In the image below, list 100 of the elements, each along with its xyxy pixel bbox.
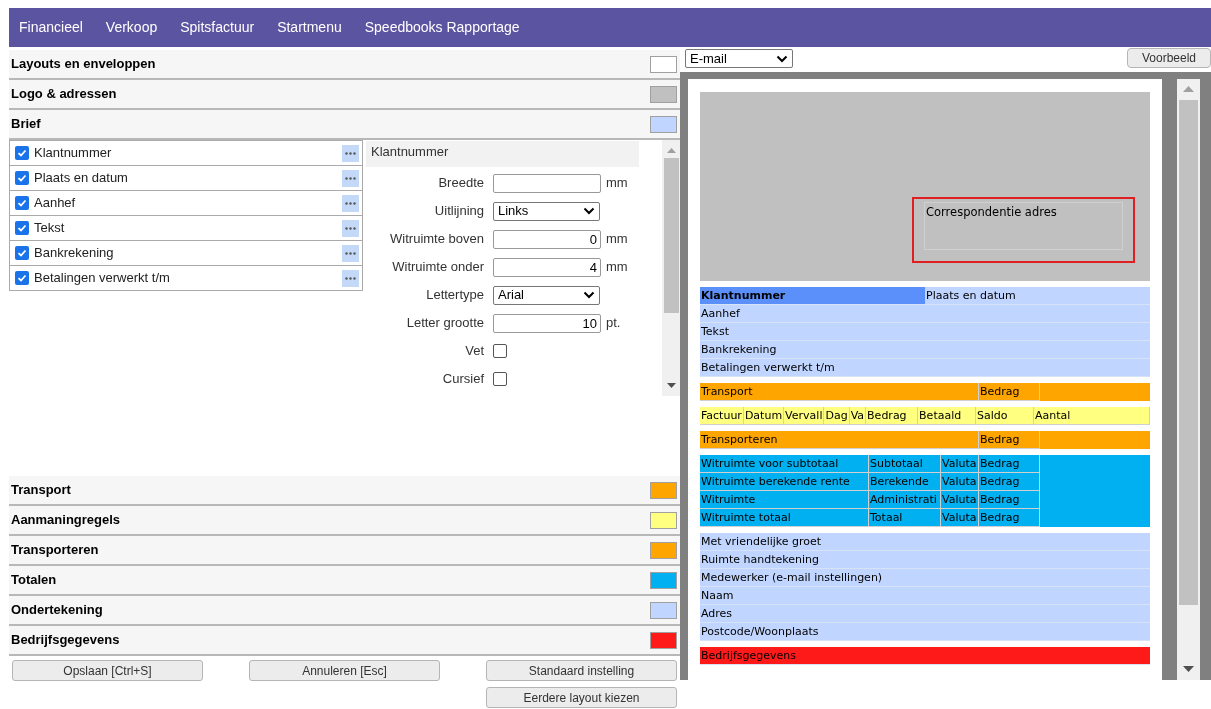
color-swatch[interactable] (650, 541, 677, 559)
preview-field[interactable]: Medewerker (e-mail instellingen) (700, 569, 883, 586)
number-field[interactable]: 10 (493, 313, 601, 333)
checkbox[interactable] (15, 246, 29, 260)
preview-field[interactable]: Factuur (700, 407, 744, 425)
action-button[interactable]: Standaard instelling (486, 660, 677, 681)
action-button[interactable]: Eerdere layout kiezen (486, 687, 677, 708)
preview-field[interactable]: Ruimte handtekening (700, 551, 819, 568)
color-swatch[interactable] (650, 601, 677, 619)
preview-field[interactable]: Valuta (941, 473, 979, 491)
color-swatch[interactable] (650, 481, 677, 499)
preview-field[interactable]: Met vriendelijke groet (700, 533, 822, 550)
preview-field[interactable]: Transporteren (700, 431, 979, 449)
more-options-button[interactable] (342, 269, 359, 287)
preview-field[interactable]: Valuta (941, 491, 979, 509)
checkbox[interactable] (15, 146, 29, 160)
checkbox[interactable] (493, 372, 507, 386)
menu-link[interactable]: Verkoop (105, 17, 158, 38)
section-header[interactable]: Logo & adressen (9, 80, 680, 110)
more-options-button[interactable] (342, 219, 359, 237)
field-list-item[interactable]: Klantnummer (10, 140, 362, 165)
dropdown[interactable]: Arial (493, 285, 600, 305)
preview-field[interactable]: Berekende (869, 473, 941, 491)
preview-field[interactable]: Postcode/Woonplaats (700, 623, 819, 640)
checkbox[interactable] (493, 344, 507, 358)
preview-field[interactable]: Bedrag (979, 431, 1040, 449)
section-header[interactable]: Aanmaningregels (9, 506, 680, 536)
preview-field[interactable]: Tekst (700, 323, 730, 340)
section-header[interactable]: Transport (9, 476, 680, 506)
preview-field[interactable]: Valuta (941, 509, 979, 527)
scroll-down-icon[interactable] (666, 383, 676, 388)
color-swatch[interactable] (650, 55, 677, 73)
field-list-item[interactable]: Aanhef (10, 190, 362, 215)
field-list-item[interactable]: Bankrekening (10, 240, 362, 265)
color-swatch[interactable] (650, 571, 677, 589)
scrollbar[interactable] (662, 140, 680, 396)
checkbox[interactable] (15, 221, 29, 235)
section-header[interactable]: Transporteren (9, 536, 680, 566)
scroll-up-icon[interactable] (1183, 86, 1194, 92)
field-list-item[interactable]: Plaats en datum (10, 165, 362, 190)
more-options-button[interactable] (342, 194, 359, 212)
more-options-button[interactable] (342, 169, 359, 187)
menu-link[interactable]: Speedbooks Rapportage (364, 17, 520, 38)
preview-field[interactable]: Saldo (976, 407, 1035, 425)
color-swatch[interactable] (650, 85, 677, 103)
preview-section[interactable]: Transporteren Bedrag (700, 431, 1150, 449)
preview-field[interactable]: Witruimte berekende rente (700, 473, 869, 491)
number-field[interactable] (493, 173, 601, 193)
scroll-up-icon[interactable] (666, 148, 676, 153)
preview-field[interactable]: Bedrag (979, 383, 1040, 401)
preview-field[interactable]: Bedrag (979, 509, 1040, 527)
color-swatch[interactable] (650, 115, 677, 133)
scrollbar[interactable] (1177, 79, 1200, 680)
preview-field[interactable]: Bankrekening (700, 341, 777, 358)
checkbox[interactable] (15, 171, 29, 185)
field-list-item[interactable]: Betalingen verwerkt t/m (10, 265, 362, 290)
section-header[interactable]: Brief (9, 110, 680, 140)
preview-section[interactable]: Transport Bedrag (700, 383, 1150, 401)
menu-link[interactable]: Spitsfactuur (180, 17, 255, 38)
preview-field[interactable]: Naam (700, 587, 734, 604)
scroll-down-icon[interactable] (1183, 666, 1194, 672)
preview-field[interactable]: Witruimte (700, 491, 869, 509)
preview-field[interactable]: Valuta (941, 455, 979, 473)
preview-field[interactable]: Datum (743, 407, 785, 425)
color-swatch[interactable] (650, 511, 677, 529)
color-swatch[interactable] (650, 631, 677, 649)
preview-field[interactable]: Bedrag (979, 455, 1040, 473)
preview-section[interactable]: Met vriendelijke groet Ruimte handtekening Medewerker (e-mail instellingen) Naam Adres Postcode/Woonplaats (700, 533, 1150, 641)
section-header[interactable]: Totalen (9, 566, 680, 596)
preview-section[interactable]: Bedrijfsgegevens (700, 647, 1150, 665)
preview-field[interactable]: Subtotaal (869, 455, 941, 473)
preview-field[interactable]: Bedrag (979, 491, 1040, 509)
preview-field[interactable]: Betalingen verwerkt t/m (700, 359, 835, 376)
preview-field[interactable]: Adres (700, 605, 733, 622)
menu-link[interactable]: Startmenu (277, 17, 342, 38)
menu-link[interactable]: Financieel (19, 17, 83, 38)
number-field[interactable]: 4 (493, 257, 601, 277)
checkbox[interactable] (15, 271, 29, 285)
preview-field[interactable]: Bedrijfsgegevens (700, 647, 796, 664)
dropdown[interactable]: Links (493, 201, 600, 221)
preview-field[interactable]: Va (849, 407, 867, 425)
number-field[interactable]: 0 (493, 229, 601, 249)
address-frame[interactable]: Correspondentie adres (912, 197, 1135, 263)
preview-field[interactable]: Bedrag (979, 473, 1040, 491)
preview-field[interactable]: Aantal (1034, 407, 1150, 425)
preview-field[interactable]: Klantnummer (700, 287, 925, 304)
preview-field[interactable]: Totaal (869, 509, 941, 527)
action-button[interactable]: Annuleren [Esc] (249, 660, 440, 681)
section-header[interactable]: Bedrijfsgegevens (9, 626, 680, 656)
preview-section[interactable]: Klantnummer Plaats en datum Aanhef Tekst Bankrekening Betalingen verwerkt t/m (700, 287, 1150, 377)
preview-field[interactable]: Vervall (784, 407, 825, 425)
preview-button[interactable]: Voorbeeld (1127, 48, 1211, 68)
checkbox[interactable] (15, 196, 29, 210)
preview-field[interactable]: Betaald (918, 407, 977, 425)
preview-field[interactable]: Bedrag (866, 407, 919, 425)
preview-section[interactable]: Witruimte voor subtotaal Subtotaal Valuta Bedrag Witruimte berekende rente Berekende Valuta Bedrag Witruimte Administrati Valuta Bedrag Witruimte totaal Totaal Valuta Bedrag (700, 455, 1150, 527)
more-options-button[interactable] (342, 244, 359, 262)
more-options-button[interactable] (342, 144, 359, 162)
section-header[interactable]: Layouts en enveloppen (9, 50, 680, 80)
preview-field[interactable]: Administrati (869, 491, 941, 509)
